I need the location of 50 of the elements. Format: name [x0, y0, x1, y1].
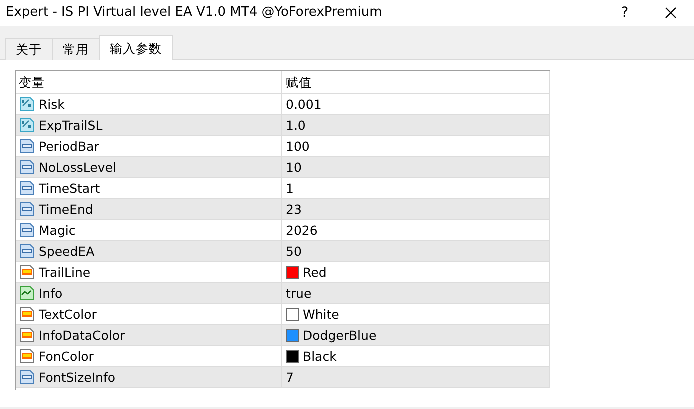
- palette-icon: [19, 264, 35, 280]
- parameter-value[interactable]: 1: [286, 180, 294, 196]
- parameter-name: NoLossLevel: [39, 160, 116, 174]
- parameter-name: TrailLine: [39, 264, 91, 280]
- column-header: 变量: [19, 74, 45, 90]
- parameter-value[interactable]: 0.001: [286, 96, 322, 112]
- number-icon: [19, 180, 35, 196]
- number-icon: [19, 243, 35, 259]
- parameter-name: Info: [39, 286, 63, 300]
- parameter-value[interactable]: DodgerBlue: [303, 328, 377, 342]
- toggle-icon: [19, 285, 35, 301]
- parameter-value[interactable]: true: [286, 286, 312, 300]
- parameter-value[interactable]: 23: [286, 202, 302, 216]
- window-title: Expert - IS PI Virtual level EA V1.0 MT4 @YoForexPremium: [6, 4, 384, 22]
- parameter-name: ExpTrailSL: [39, 118, 103, 132]
- column-header: 赋值: [286, 74, 312, 90]
- palette-icon: [19, 348, 35, 364]
- parameter-value[interactable]: 10: [286, 160, 302, 174]
- parameter-name: TimeStart: [39, 180, 100, 196]
- parameter-value[interactable]: 1.0: [286, 118, 306, 132]
- palette-icon: [19, 327, 35, 343]
- parameter-name: SpeedEA: [39, 244, 95, 258]
- parameter-name: Risk: [39, 96, 65, 112]
- fraction-icon: [19, 96, 35, 112]
- number-icon: [19, 222, 35, 238]
- close-icon: [665, 7, 677, 19]
- number-icon: [19, 201, 35, 217]
- parameter-name: PeriodBar: [39, 138, 100, 154]
- fraction-icon: [19, 117, 35, 133]
- parameter-value[interactable]: White: [303, 306, 340, 322]
- tab[interactable]: 常用: [52, 38, 100, 60]
- parameter-value[interactable]: 7: [286, 370, 294, 384]
- number-icon: [19, 159, 35, 175]
- tab[interactable]: 关于: [5, 38, 53, 60]
- parameter-name: TimeEnd: [39, 202, 94, 216]
- parameter-value[interactable]: Black: [303, 348, 337, 364]
- palette-icon: [19, 306, 35, 322]
- number-icon: [19, 369, 35, 385]
- parameter-value[interactable]: Red: [303, 264, 327, 280]
- parameter-name: InfoDataColor: [39, 328, 126, 342]
- tab[interactable]: 输入参数: [99, 35, 173, 60]
- parameter-name: FonColor: [39, 348, 94, 364]
- parameter-value[interactable]: 50: [286, 244, 302, 258]
- parameter-name: TextColor: [39, 306, 97, 322]
- number-icon: [19, 138, 35, 154]
- parameter-name: FontSizeInfo: [39, 370, 116, 384]
- parameter-name: Magic: [39, 222, 76, 238]
- parameter-value[interactable]: 100: [286, 138, 310, 154]
- help-button[interactable]: ?: [602, 0, 648, 26]
- parameter-value[interactable]: 2026: [286, 222, 318, 238]
